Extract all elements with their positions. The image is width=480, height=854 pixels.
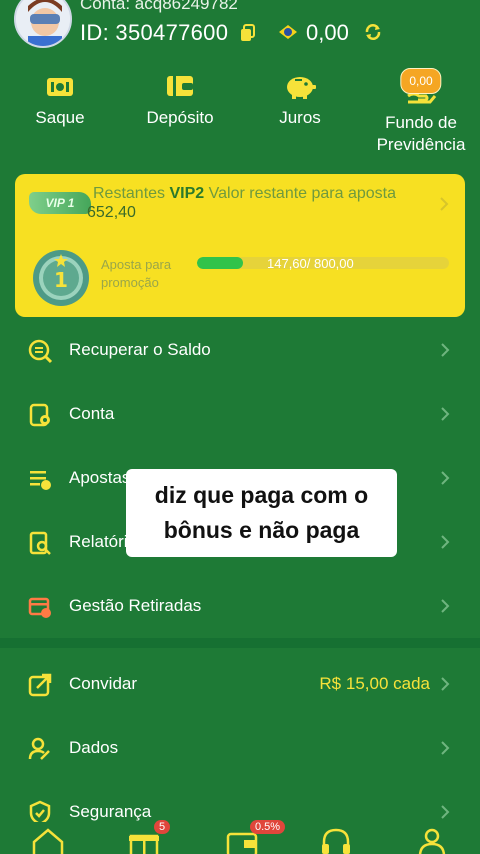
nav-wallet[interactable]: 0.5% [224, 820, 286, 854]
vip-card[interactable]: VIP 1 Restantes VIP2 Valor restante para… [15, 174, 465, 317]
home-icon [32, 828, 64, 854]
deposit-label: Depósito [146, 108, 214, 127]
gift-badge: 5 [154, 820, 171, 834]
account-label: Conta: acq86249782 [80, 0, 238, 13]
menu-label-bets: Apostas [69, 468, 131, 487]
recover-balance-icon [27, 338, 53, 364]
withdraw-ticket-icon [47, 78, 73, 96]
menu-item-withdraw-management[interactable]: Gestão Retiradas [0, 574, 480, 638]
bets-icon [27, 466, 53, 492]
remaining-description: Valor restante para aposta [208, 185, 397, 202]
piggy-bank-icon [287, 77, 316, 99]
withdraw-button[interactable]: Saque [30, 70, 90, 128]
progress-fill [197, 257, 244, 269]
pension-fund-badge: 0,00 [400, 68, 442, 94]
vip-badge: VIP 1 [29, 192, 91, 214]
nav-support[interactable] [318, 826, 354, 854]
user-icon [418, 828, 446, 854]
next-vip-level: VIP2 [169, 185, 205, 202]
nav-profile[interactable] [414, 826, 450, 854]
pension-fund-button[interactable]: 0,00 Fundo de Previdência [368, 68, 474, 156]
balance-value: 0,00 [306, 20, 349, 45]
report-icon [27, 530, 53, 556]
remaining-label: Restantes [93, 185, 166, 202]
deposit-button[interactable]: Depósito [140, 70, 220, 128]
chevron-right-icon [439, 196, 449, 217]
promotion-bet-label: Aposta para promoção [101, 257, 172, 290]
invite-icon [27, 672, 53, 698]
section-divider [0, 638, 480, 648]
interest-label: Juros [279, 108, 321, 127]
chevron-right-icon [440, 598, 450, 619]
withdraw-management-icon [27, 594, 53, 620]
wallet-icon [167, 76, 193, 96]
headset-icon [322, 828, 350, 854]
menu-label-account: Conta [69, 404, 115, 423]
menu-item-user-data[interactable]: Dados [0, 716, 480, 780]
nav-promotions[interactable]: 5 [126, 820, 171, 854]
chevron-right-icon [440, 534, 450, 555]
chevron-right-icon [440, 342, 450, 363]
menu-label-withdraw-management: Gestão Retiradas [69, 596, 202, 615]
user-id: ID: 350477600 [80, 20, 229, 45]
refresh-icon[interactable] [364, 23, 382, 41]
account-icon [27, 402, 53, 428]
interest-button[interactable]: Juros [270, 70, 330, 128]
vip-level-number: 1 [54, 268, 68, 292]
menu-item-recover-balance[interactable]: Recuperar o Saldo [0, 318, 480, 382]
chevron-right-icon [440, 470, 450, 491]
menu-label-user-data: Dados [69, 738, 119, 757]
vip-remaining-text: Restantes VIP2 Valor restante para apost… [93, 185, 396, 203]
withdraw-label: Saque [35, 108, 85, 127]
avatar[interactable] [14, 0, 72, 48]
bottom-navigation: 5 0.5% [0, 820, 480, 854]
menu-item-invite[interactable]: Convidar R$ 15,00 cada [0, 652, 480, 716]
video-caption-overlay: diz que paga com o bônus e não paga [126, 469, 397, 557]
remaining-value: 652,40 [87, 204, 136, 221]
chevron-right-icon [440, 406, 450, 427]
user-data-icon [27, 736, 53, 762]
progress-text: 147,60/ 800,00 [267, 256, 354, 271]
chevron-right-icon [440, 740, 450, 761]
account-header: Conta: acq86249782 ID: 350477600 0,00 [0, 0, 480, 64]
nav-home[interactable] [30, 826, 66, 854]
vip-level-medal-icon: 1 [32, 249, 90, 307]
invite-reward-value: R$ 15,00 cada [319, 674, 430, 693]
menu-item-account[interactable]: Conta [0, 382, 480, 446]
wallet-badge: 0.5% [250, 820, 286, 834]
quick-actions: Saque Depósito Juros 0,00 Fundo de Previ… [0, 68, 480, 160]
chevron-right-icon [440, 676, 450, 697]
brazil-flag-icon [278, 24, 298, 40]
pension-fund-label: Fundo de Previdência [376, 113, 466, 154]
menu-label-invite: Convidar [69, 674, 138, 693]
menu-label-security: Segurança [69, 802, 152, 821]
menu-label-recover-balance: Recuperar o Saldo [69, 340, 211, 359]
copy-icon[interactable] [240, 24, 256, 42]
